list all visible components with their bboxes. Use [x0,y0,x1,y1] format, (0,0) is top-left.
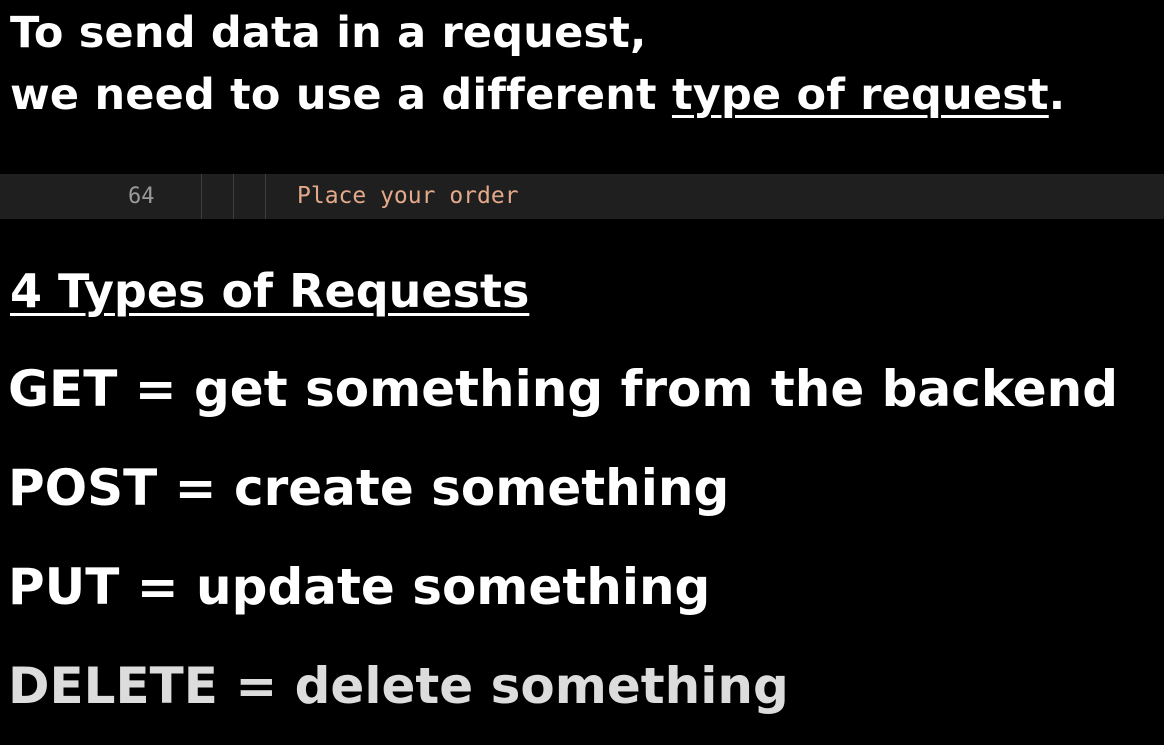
indent-guide [265,174,266,219]
headline-emphasis: type of request [671,70,1049,120]
indent-guide [201,174,202,219]
indent-guide [233,174,234,219]
request-type-post: POST = create something [8,459,730,517]
headline-line-2-prefix: we need to use a different [10,70,672,120]
line-number: 64 [128,184,155,209]
headline-line-2-suffix: . [1048,70,1066,120]
request-type-get: GET = get something from the backend [8,360,1119,418]
request-type-delete: DELETE = delete something [8,657,789,715]
code-editor-line: 64 Place your order [0,174,1164,219]
request-type-put: PUT = update something [8,558,711,616]
code-text: Place your order [297,183,519,209]
headline-line-1: To send data in a request, [10,8,647,58]
section-title: 4 Types of Requests [10,264,530,318]
headline-line-2: we need to use a different type of reque… [10,74,1065,117]
